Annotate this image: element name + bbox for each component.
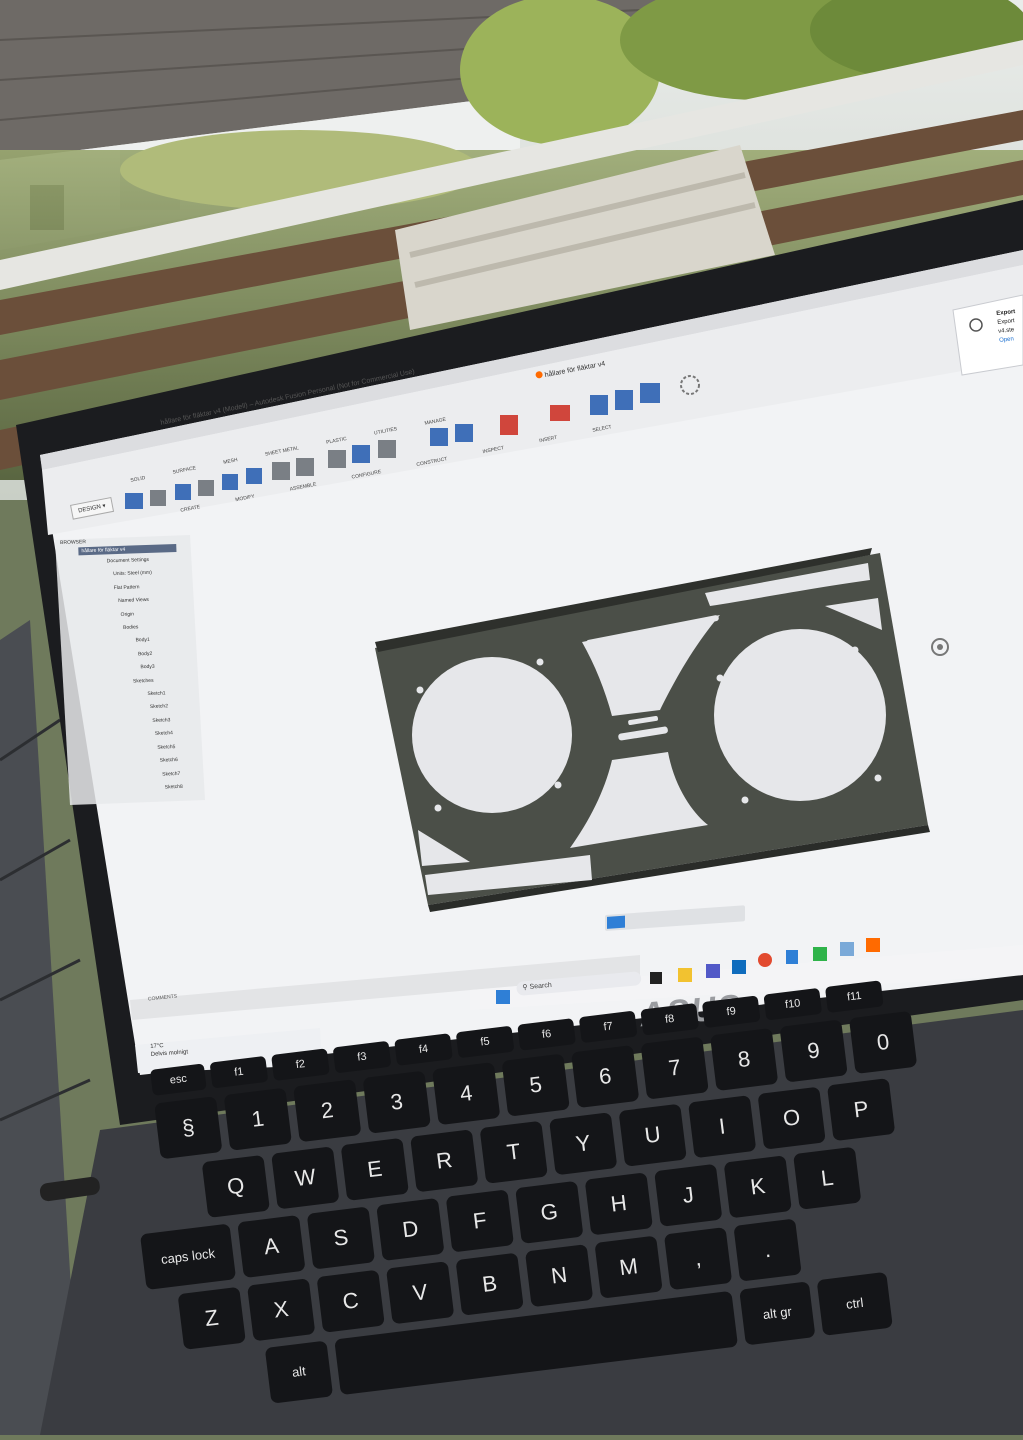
key-v[interactable]: V (385, 1261, 455, 1325)
key-f2[interactable]: f2 (271, 1048, 330, 1081)
key-k[interactable]: K (723, 1155, 792, 1219)
tab-icon (535, 370, 544, 379)
key-f10[interactable]: f10 (763, 987, 823, 1021)
key-t[interactable]: T (479, 1120, 548, 1184)
key-4[interactable]: 4 (432, 1062, 501, 1126)
export-notification[interactable]: Export Export v4.ste Open (996, 308, 1019, 346)
key-3[interactable]: 3 (362, 1070, 431, 1134)
key-i[interactable]: I (687, 1095, 757, 1159)
key-f6[interactable]: f6 (517, 1018, 576, 1051)
key-f4[interactable]: f4 (394, 1033, 453, 1066)
fan-hole-right (714, 629, 886, 801)
key-x[interactable]: X (247, 1278, 316, 1342)
key-esc[interactable]: esc (150, 1063, 207, 1096)
alt-key[interactable]: alt (264, 1340, 334, 1404)
caps-lock-key[interactable]: caps lock (139, 1223, 237, 1291)
key-f7[interactable]: f7 (578, 1010, 638, 1044)
key-period[interactable]: . (733, 1218, 802, 1282)
key-l[interactable]: L (793, 1146, 862, 1210)
key-f8[interactable]: f8 (640, 1002, 700, 1036)
browser-root-label: hållare för fläktar v4 (81, 546, 126, 555)
key-a[interactable]: A (237, 1214, 306, 1279)
key-g[interactable]: G (515, 1180, 584, 1244)
key-f9[interactable]: f9 (701, 995, 761, 1029)
search-input: Search (529, 981, 553, 991)
key-h[interactable]: H (584, 1172, 653, 1236)
key-u[interactable]: U (618, 1103, 687, 1167)
key-section[interactable]: § (154, 1096, 223, 1160)
key-f1[interactable]: f1 (209, 1055, 269, 1089)
key-o[interactable]: O (757, 1086, 826, 1150)
key-r[interactable]: R (410, 1129, 479, 1193)
key-d[interactable]: D (376, 1197, 445, 1262)
key-c[interactable]: C (316, 1269, 385, 1333)
weather-widget[interactable]: 17°C Delvis molnigt (150, 1040, 188, 1059)
browser-item[interactable]: Sketch8 (164, 780, 208, 795)
key-f[interactable]: F (445, 1189, 515, 1253)
key-9[interactable]: 9 (779, 1019, 848, 1083)
key-w[interactable]: W (271, 1146, 340, 1210)
key-z[interactable]: Z (177, 1286, 246, 1350)
key-f3[interactable]: f3 (332, 1040, 392, 1074)
key-s[interactable]: S (306, 1206, 376, 1270)
key-8[interactable]: 8 (709, 1027, 779, 1092)
key-f11[interactable]: f11 (824, 980, 884, 1013)
key-f5[interactable]: f5 (455, 1025, 515, 1059)
key-1[interactable]: 1 (223, 1087, 292, 1151)
key-y[interactable]: Y (549, 1112, 618, 1176)
key-comma[interactable]: , (663, 1227, 733, 1291)
workspace-label: DESIGN (77, 504, 102, 515)
ctrl-key[interactable]: ctrl (816, 1271, 893, 1336)
key-e[interactable]: E (340, 1137, 409, 1201)
key-m[interactable]: M (594, 1235, 663, 1299)
key-2[interactable]: 2 (293, 1079, 362, 1143)
key-7[interactable]: 7 (640, 1036, 709, 1100)
key-n[interactable]: N (524, 1244, 594, 1308)
key-6[interactable]: 6 (571, 1045, 640, 1109)
alt-gr-key[interactable]: alt gr (739, 1281, 816, 1346)
search-icon: ⚲ (522, 984, 528, 992)
browser-panel: BROWSER hållare för fläktar v4 Document … (60, 535, 209, 798)
key-j[interactable]: J (654, 1163, 723, 1227)
key-p[interactable]: P (826, 1078, 896, 1142)
key-5[interactable]: 5 (501, 1053, 570, 1117)
key-q[interactable]: Q (201, 1154, 271, 1218)
key-0[interactable]: 0 (848, 1010, 918, 1075)
chevron-down-icon: ▾ (102, 503, 107, 510)
fan-hole-left (412, 657, 572, 813)
key-b[interactable]: B (455, 1252, 524, 1316)
